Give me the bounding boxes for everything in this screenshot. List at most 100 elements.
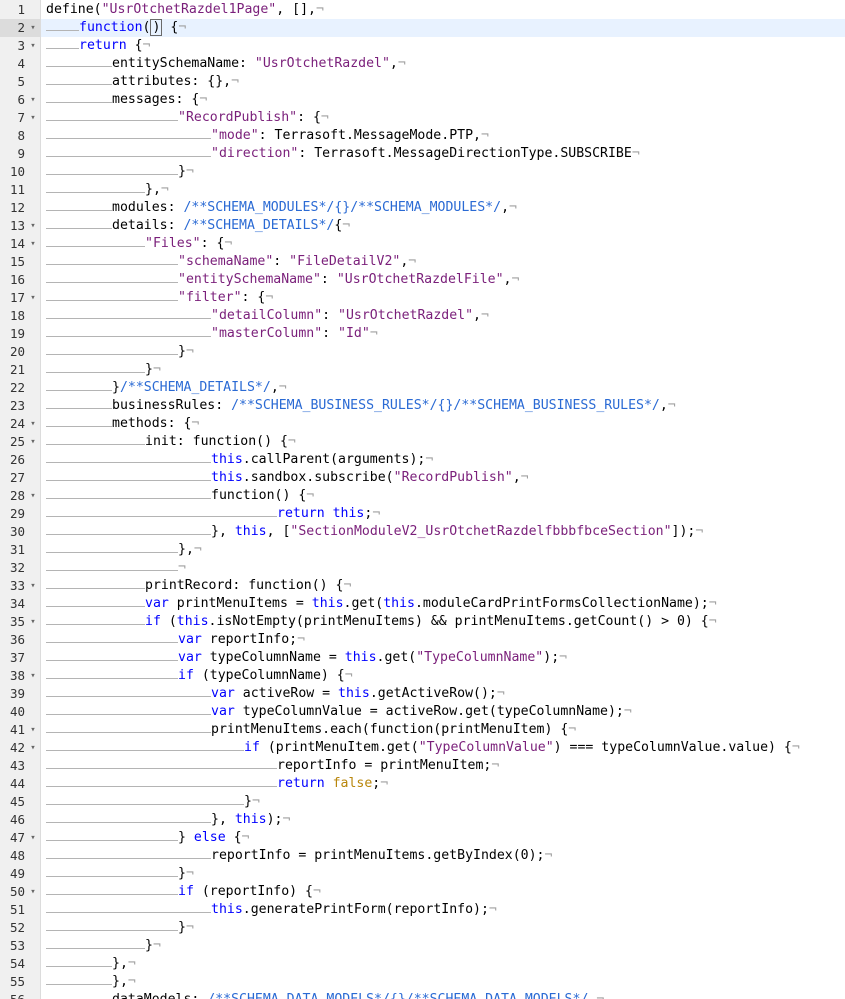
code-line[interactable]: 49}¬ [0, 865, 845, 883]
code-line[interactable]: 10}¬ [0, 163, 845, 181]
fold-toggle-icon[interactable]: ▾ [28, 667, 38, 685]
fold-toggle-icon[interactable]: ▾ [28, 433, 38, 451]
code-line[interactable]: 16 "entitySchemaName": "UsrOtchetRazdelFi… [0, 271, 845, 289]
code-line[interactable]: 7 ▾ "RecordPublish": {¬ [0, 109, 845, 127]
code-line[interactable]: 52}¬ [0, 919, 845, 937]
code-line[interactable]: 38 ▾ if (typeColumnName) {¬ [0, 667, 845, 685]
code-line[interactable]: 20}¬ [0, 343, 845, 361]
code-line[interactable]: 56 dataModels: /**SCHEMA_DATA_MODELS*/{}/… [0, 991, 845, 999]
fold-toggle-icon[interactable]: ▾ [28, 487, 38, 505]
fold-toggle-icon[interactable]: ▾ [28, 883, 38, 901]
code-line[interactable]: 48 reportInfo = printMenuItems.getByIndex… [0, 847, 845, 865]
tab-marker [46, 57, 79, 67]
code-line[interactable]: 53}¬ [0, 937, 845, 955]
code-line[interactable]: 22}/**SCHEMA_DETAILS*/,¬ [0, 379, 845, 397]
code-line[interactable]: 24 ▾ methods: {¬ [0, 415, 845, 433]
code-line[interactable]: 47 ▾} else {¬ [0, 829, 845, 847]
tab-marker [112, 759, 145, 769]
tab-marker [145, 111, 178, 121]
code-text: }, this, ["SectionModuleV2_UsrOtchetRazd… [46, 523, 703, 541]
code-editor[interactable]: 1 define("UsrOtchetRazdel1Page", [],¬ 2 ▾ fu… [0, 0, 845, 999]
tab-marker [46, 453, 79, 463]
code-line[interactable]: 8 "mode": Terrasoft.MessageMode.PTP,¬ [0, 127, 845, 145]
code-line[interactable]: 15 "schemaName": "FileDetailV2",¬ [0, 253, 845, 271]
code-line[interactable]: 1 define("UsrOtchetRazdel1Page", [],¬ [0, 1, 845, 19]
code-line[interactable]: 39 var activeRow = this.getActiveRow();¬ [0, 685, 845, 703]
code-line[interactable]: 37 var typeColumnName = this.get("TypeCol… [0, 649, 845, 667]
code-line[interactable]: 35 ▾ if (this.isNotEmpty(printMenuItems) &… [0, 613, 845, 631]
code-token: , [473, 308, 481, 323]
code-line[interactable]: 3 ▾ return {¬ [0, 37, 845, 55]
fold-toggle-icon[interactable]: ▾ [28, 217, 38, 235]
code-line[interactable]: 33 ▾ printRecord: function() {¬ [0, 577, 845, 595]
fold-toggle-icon[interactable]: ▾ [28, 289, 38, 307]
code-line[interactable]: 54},¬ [0, 955, 845, 973]
code-line[interactable]: 42 ▾ if (printMenuItem.get("TypeColumnValu… [0, 739, 845, 757]
code-line[interactable]: 23 businessRules: /**SCHEMA_BUSINESS_RULE… [0, 397, 845, 415]
fold-toggle-icon[interactable]: ▾ [28, 37, 38, 55]
code-line[interactable]: 5 attributes: {},¬ [0, 73, 845, 91]
code-line[interactable]: 40 var typeColumnValue = activeRow.get(ty… [0, 703, 845, 721]
fold-toggle-icon[interactable]: ▾ [28, 577, 38, 595]
code-line[interactable]: 2 ▾ function() {¬ [0, 19, 845, 37]
code-token: "filter" [178, 290, 242, 305]
tab-marker [145, 813, 178, 823]
code-line[interactable]: 4 entitySchemaName: "UsrOtchetRazdel",¬ [0, 55, 845, 73]
code-line[interactable]: 26 this.callParent(arguments);¬ [0, 451, 845, 469]
code-line[interactable]: 17 ▾ "filter": {¬ [0, 289, 845, 307]
code-line[interactable]: 31},¬ [0, 541, 845, 559]
code-line[interactable]: 46}, this);¬ [0, 811, 845, 829]
code-line[interactable]: 41 ▾ printMenuItems.each(function(printMen… [0, 721, 845, 739]
code-token: ]); [671, 524, 696, 539]
code-line[interactable]: 11},¬ [0, 181, 845, 199]
newline-marker: ¬ [520, 470, 529, 485]
code-line[interactable]: 36 var reportInfo;¬ [0, 631, 845, 649]
fold-toggle-icon[interactable]: ▾ [28, 829, 38, 847]
code-text: modules: /**SCHEMA_MODULES*/{}/**SCHEMA_… [46, 199, 517, 217]
code-line[interactable]: 27 this.sandbox.subscribe("RecordPublish"… [0, 469, 845, 487]
code-line[interactable]: 28 ▾ function() {¬ [0, 487, 845, 505]
code-line[interactable]: 34 var printMenuItems = this.get(this.mod… [0, 595, 845, 613]
code-token: } [145, 362, 153, 377]
code-line[interactable]: 32 ¬ [0, 559, 845, 577]
code-line[interactable]: 29 return this;¬ [0, 505, 845, 523]
newline-marker: ¬ [224, 236, 233, 251]
fold-toggle-icon[interactable]: ▾ [28, 91, 38, 109]
code-line[interactable]: 12 modules: /**SCHEMA_MODULES*/{}/**SCHEM… [0, 199, 845, 217]
fold-toggle-icon[interactable]: ▾ [28, 19, 38, 37]
code-line[interactable]: 14 ▾ "Files": {¬ [0, 235, 845, 253]
code-line[interactable]: 19 "masterColumn": "Id"¬ [0, 325, 845, 343]
code-line[interactable]: 9 "direction": Terrasoft.MessageDirection… [0, 145, 845, 163]
code-line[interactable]: 44 return false;¬ [0, 775, 845, 793]
tab-marker [178, 741, 211, 751]
code-line[interactable]: 45}¬ [0, 793, 845, 811]
code-token: "Files" [145, 236, 201, 251]
code-line[interactable]: 21}¬ [0, 361, 845, 379]
code-line[interactable]: 18 "detailColumn": "UsrOtchetRazdel",¬ [0, 307, 845, 325]
code-line[interactable]: 55},¬ [0, 973, 845, 991]
code-text: }¬ [46, 919, 194, 937]
code-line[interactable]: 25 ▾ init: function() {¬ [0, 433, 845, 451]
tab-marker [178, 849, 211, 859]
code-line[interactable]: 50 ▾ if (reportInfo) {¬ [0, 883, 845, 901]
fold-toggle-icon[interactable]: ▾ [28, 415, 38, 433]
line-number: 8 [17, 128, 25, 143]
fold-toggle-icon[interactable]: ▾ [28, 721, 38, 739]
fold-toggle-icon[interactable]: ▾ [28, 109, 38, 127]
code-line[interactable]: 51 this.generatePrintForm(reportInfo);¬ [0, 901, 845, 919]
code-line[interactable]: 43 reportInfo = printMenuItem;¬ [0, 757, 845, 775]
code-line[interactable]: 6 ▾ messages: {¬ [0, 91, 845, 109]
code-line[interactable]: 13 ▾ details: /**SCHEMA_DETAILS*/{¬ [0, 217, 845, 235]
code-token: }, [178, 542, 194, 557]
fold-toggle-icon[interactable]: ▾ [28, 613, 38, 631]
tab-marker [178, 777, 211, 787]
code-text: var activeRow = this.getActiveRow();¬ [46, 685, 505, 703]
code-token: "entitySchemaName" [178, 272, 321, 287]
code-token: : [322, 326, 339, 341]
code-text: if (this.isNotEmpty(printMenuItems) && p… [46, 613, 717, 631]
code-line[interactable]: 30}, this, ["SectionModuleV2_UsrOtchetRa… [0, 523, 845, 541]
fold-toggle-icon[interactable]: ▾ [28, 235, 38, 253]
line-number: 16 [9, 272, 25, 287]
fold-toggle-icon[interactable]: ▾ [28, 739, 38, 757]
line-number: 20 [9, 344, 25, 359]
